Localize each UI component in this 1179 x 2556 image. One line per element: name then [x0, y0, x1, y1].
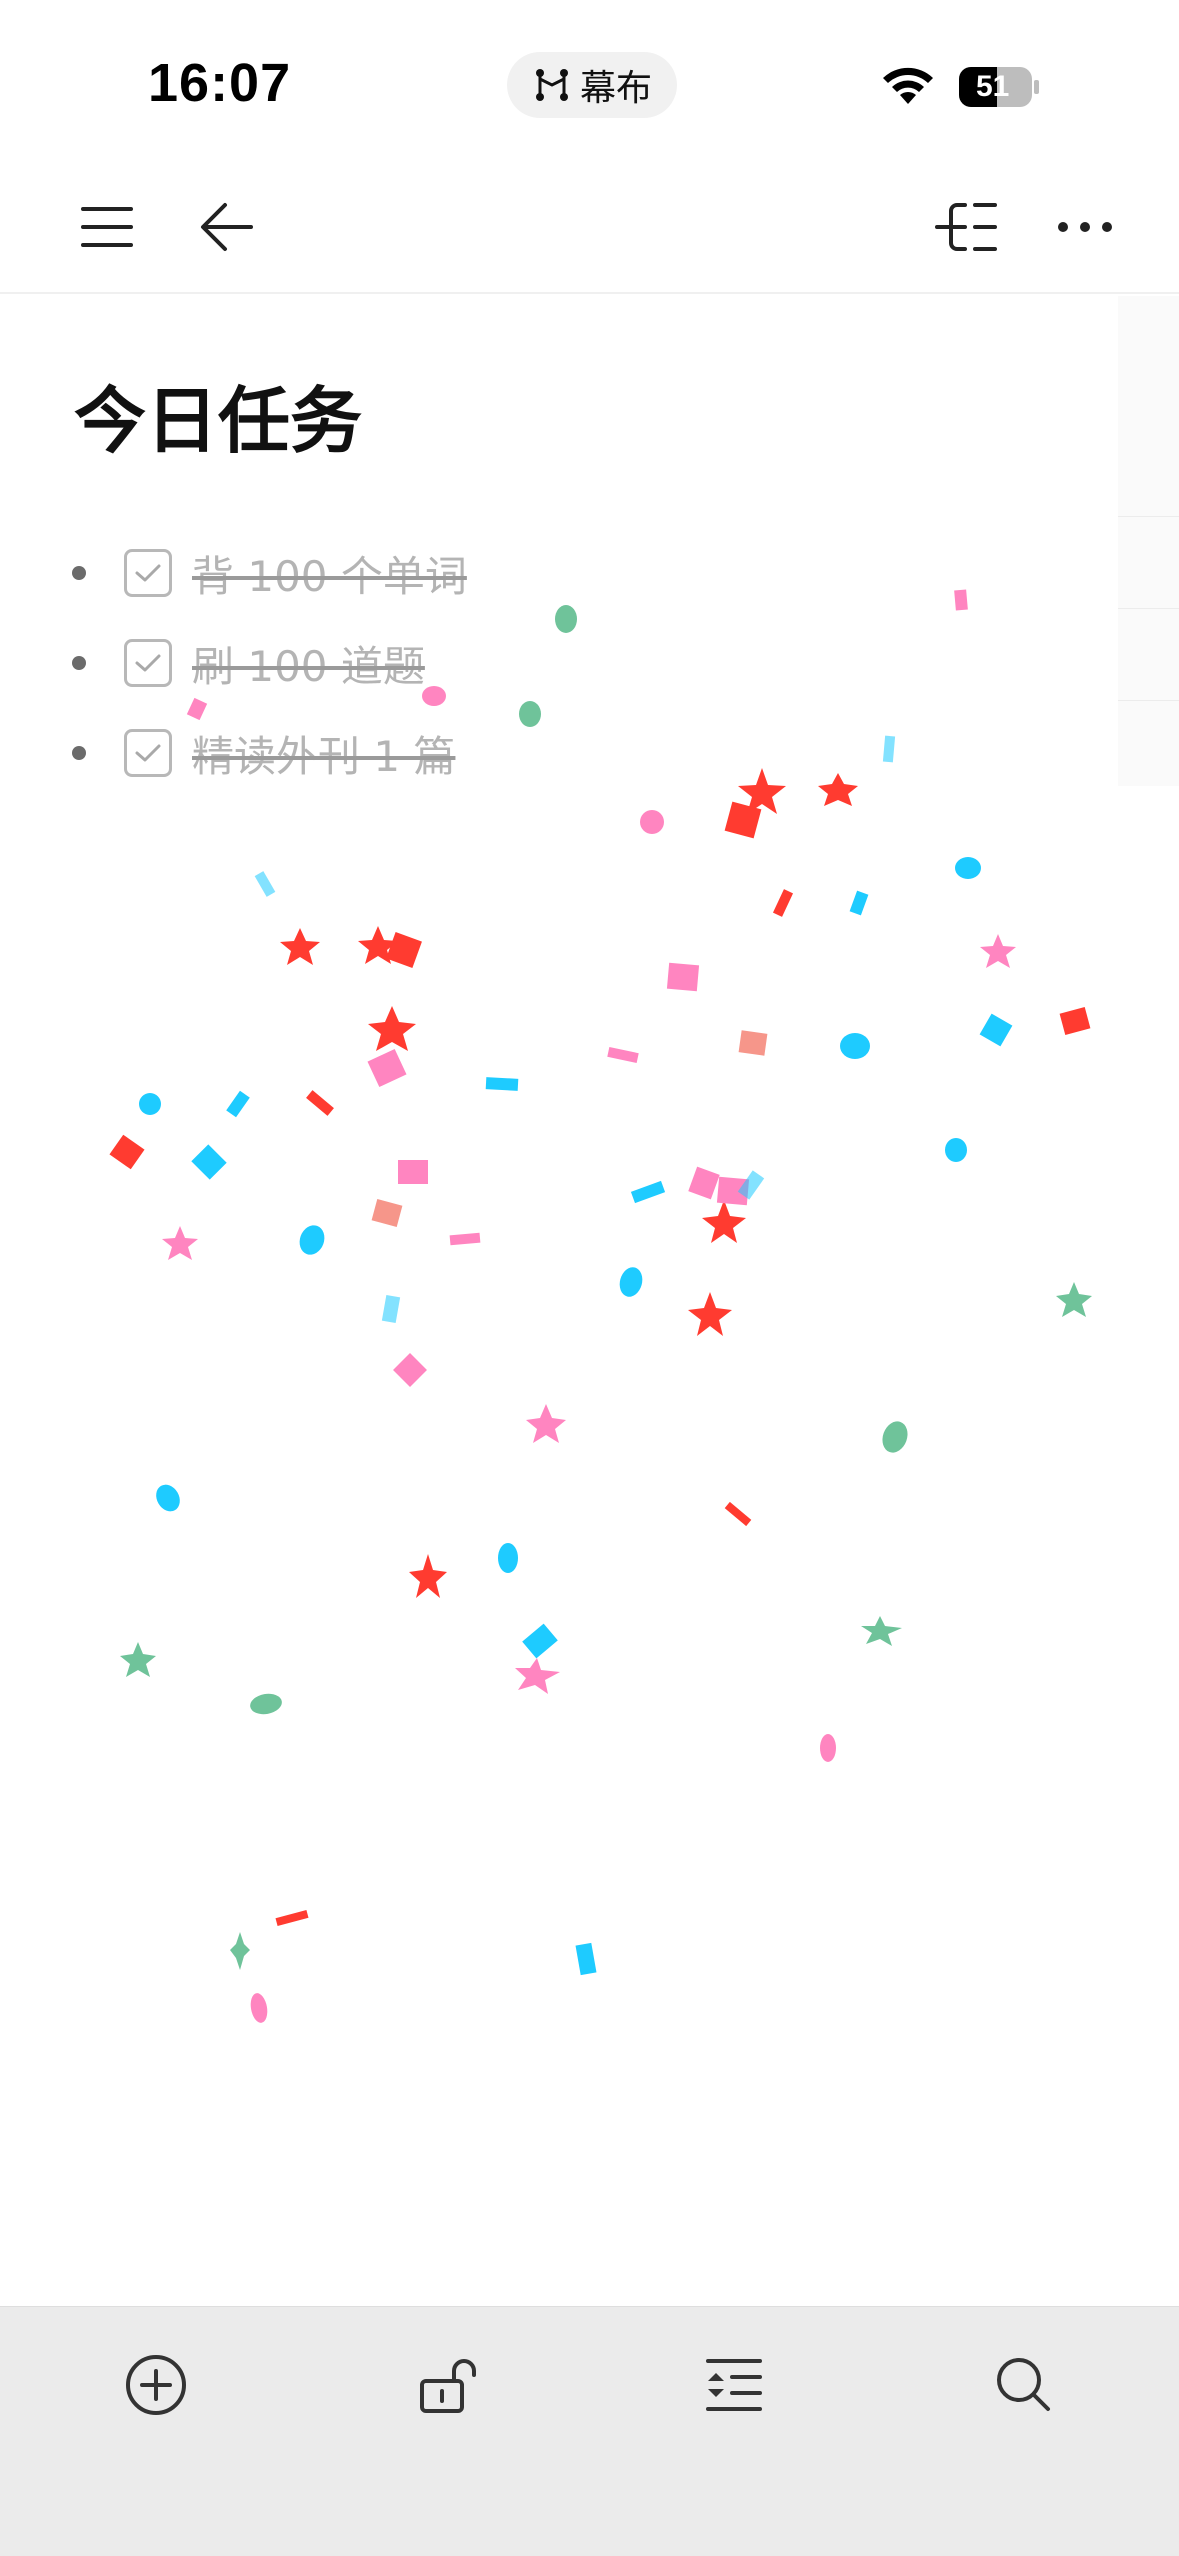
task-text[interactable]: 精读外刊 1 篇: [192, 723, 455, 784]
dynamic-island-pill[interactable]: 幕布: [507, 52, 677, 118]
battery-level: 51: [976, 70, 1010, 103]
indent-outdent-icon: [706, 2359, 762, 2411]
island-label: 幕布: [579, 68, 652, 109]
mubu-logo-icon: [535, 69, 568, 101]
outline-scroll-strip: [1118, 296, 1179, 786]
menu-button[interactable]: [72, 192, 142, 262]
unlock-icon: [420, 2359, 476, 2413]
add-node-button[interactable]: [116, 2345, 196, 2425]
bullet-point[interactable]: [72, 746, 86, 760]
confetti-pink: [162, 589, 1016, 2023]
task-list: 背 100 个单词 刷 100 道题 精读外刊 1 篇: [70, 528, 770, 798]
confetti-red: [109, 768, 1091, 1927]
task-item[interactable]: 背 100 个单词: [70, 528, 770, 618]
task-checkbox[interactable]: [124, 549, 172, 597]
mind-map-icon: [935, 203, 997, 251]
confetti-overlay: [109, 589, 1092, 2023]
bullet-point[interactable]: [72, 566, 86, 580]
task-text[interactable]: 刷 100 道题: [192, 633, 425, 694]
checkmark-icon: [135, 654, 161, 672]
search-icon: [997, 2358, 1050, 2411]
back-button[interactable]: [192, 192, 262, 262]
confetti-salmon: [371, 1030, 768, 1227]
hamburger-menu-icon: [81, 207, 133, 247]
task-item[interactable]: 精读外刊 1 篇: [70, 708, 770, 798]
task-checkbox[interactable]: [124, 729, 172, 777]
unlock-button[interactable]: [408, 2345, 488, 2425]
arrow-left-icon: [201, 203, 253, 251]
more-horizontal-icon: [1058, 222, 1112, 232]
task-text[interactable]: 背 100 个单词: [192, 543, 467, 604]
task-checkbox[interactable]: [124, 639, 172, 687]
bottom-toolbar: [0, 2306, 1179, 2556]
wifi-icon: [883, 67, 933, 104]
confetti-green: [120, 605, 1092, 1970]
more-options-button[interactable]: [1050, 192, 1120, 262]
indent-outdent-button[interactable]: [694, 2345, 774, 2425]
mind-map-button[interactable]: [932, 192, 1002, 262]
battery-indicator: 51: [958, 66, 1040, 108]
search-button[interactable]: [984, 2345, 1064, 2425]
status-bar: 16:07 幕布 51: [0, 0, 1179, 160]
page-title: 今日任务: [74, 379, 363, 463]
bullet-point[interactable]: [72, 656, 86, 670]
top-toolbar: [0, 160, 1179, 294]
checkmark-icon: [135, 564, 161, 582]
checkmark-icon: [135, 744, 161, 762]
confetti-cyan: [139, 735, 1013, 1976]
task-item[interactable]: 刷 100 道题: [70, 618, 770, 708]
add-circle-icon: [126, 2355, 186, 2415]
status-time: 16:07: [148, 53, 292, 113]
